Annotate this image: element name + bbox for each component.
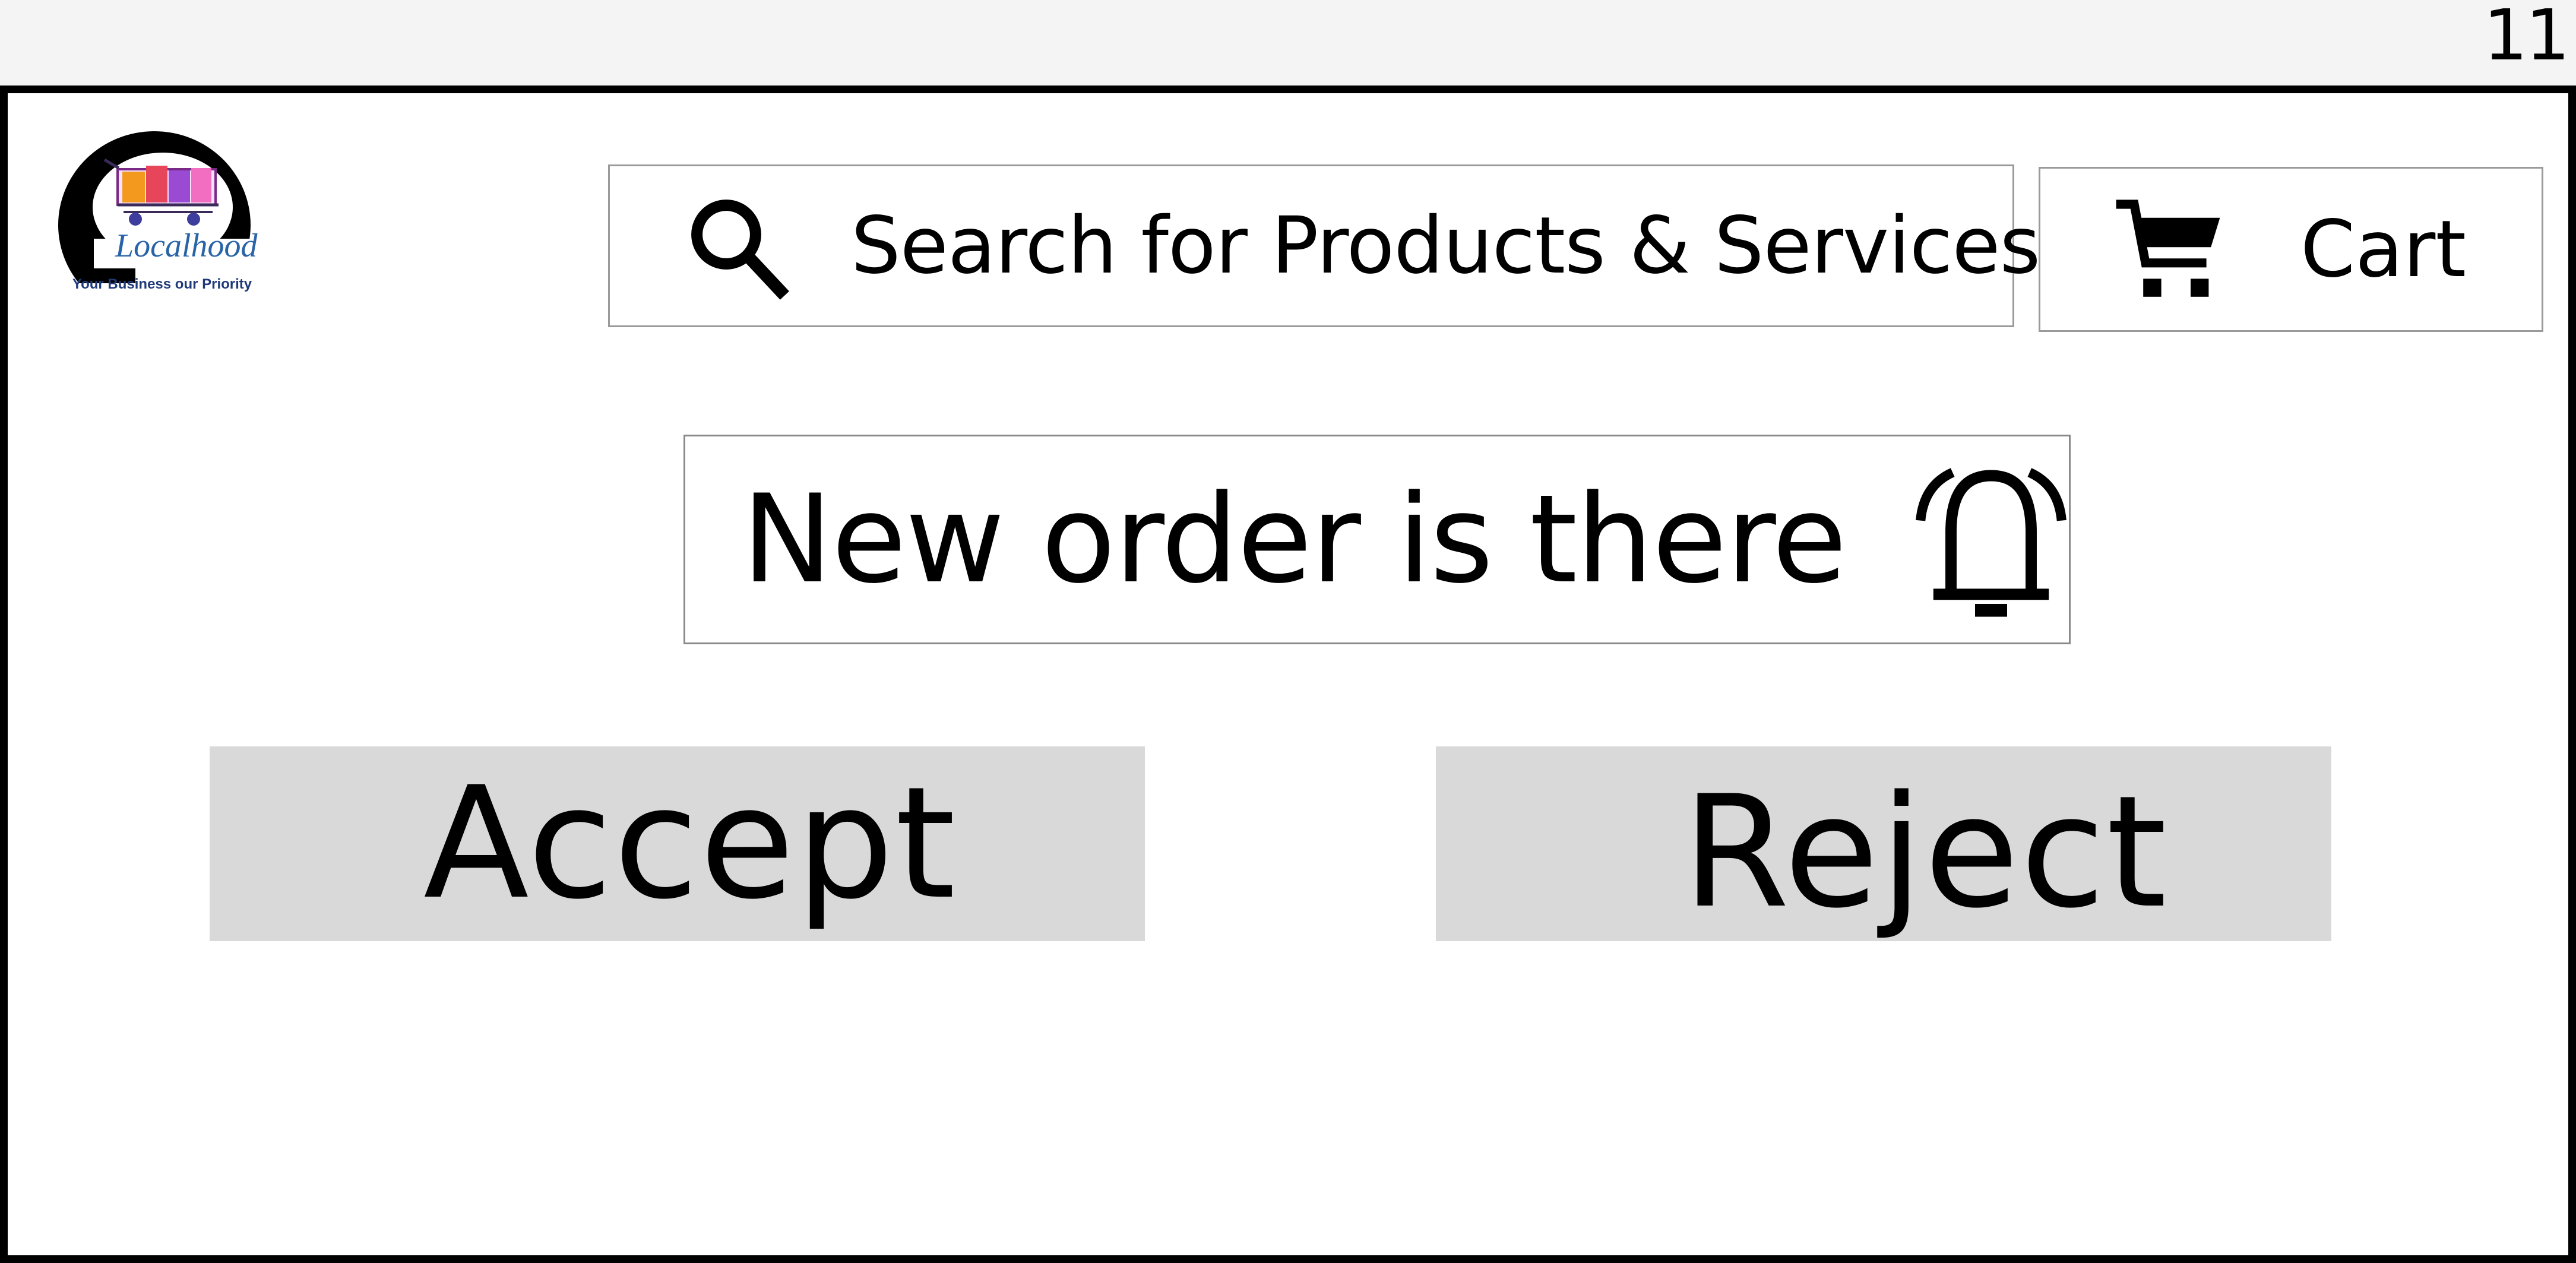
logo-tagline: Your Business our Priority	[72, 276, 252, 292]
page-number: 11	[2483, 0, 2570, 76]
localhood-logo[interactable]: Localhood Your Business our Priority	[52, 129, 272, 313]
shopping-cart-logo-icon: Localhood	[58, 131, 272, 283]
cart-button[interactable]: Cart	[2039, 167, 2543, 332]
new-order-message: New order is there	[742, 469, 1847, 610]
search-input[interactable]: Search for Products & Services	[608, 164, 2040, 327]
alarm-bell-icon	[1916, 467, 2067, 617]
app-frame: Localhood Your Business our Priority Sea…	[0, 86, 2576, 1263]
new-order-notification[interactable]: New order is there	[683, 435, 2071, 644]
reject-button[interactable]: Reject	[1436, 746, 2331, 942]
cart-label: Cart	[2300, 204, 2467, 295]
search-placeholder: Search for Products & Services	[851, 200, 2040, 292]
accept-button[interactable]: Accept	[210, 746, 1145, 941]
search-icon	[691, 200, 789, 300]
cart-icon	[2116, 200, 2220, 297]
reject-button-label: Reject	[1682, 763, 2169, 942]
accept-button-label: Accept	[423, 754, 957, 933]
svg-text:Localhood: Localhood	[115, 227, 258, 264]
